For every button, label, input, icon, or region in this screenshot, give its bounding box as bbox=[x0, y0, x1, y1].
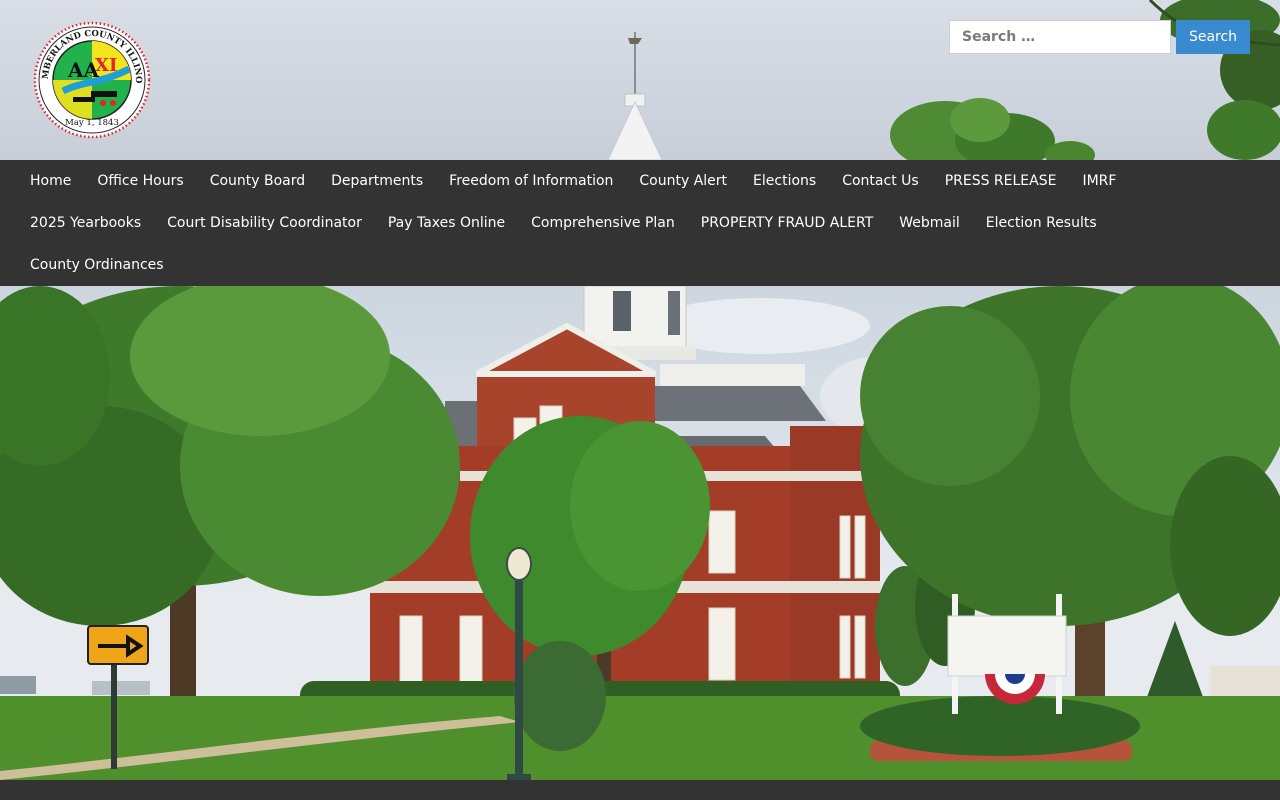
nav-item-contact-us[interactable]: Contact Us bbox=[816, 173, 931, 189]
search-button[interactable]: Search bbox=[1176, 20, 1250, 54]
seal-date-text: May 1, 1843 bbox=[65, 118, 119, 128]
nav-item-county-ordinances[interactable]: County Ordinances bbox=[4, 257, 177, 273]
steeple-image bbox=[607, 32, 663, 160]
nav-item-county-alert[interactable]: County Alert bbox=[613, 173, 740, 189]
nav-item-county-board[interactable]: County Board bbox=[184, 173, 318, 189]
search-input[interactable] bbox=[949, 20, 1171, 54]
nav-item-freedom-of-information[interactable]: Freedom of Information bbox=[423, 173, 626, 189]
nav-item-press-release[interactable]: PRESS RELEASE bbox=[919, 173, 1070, 189]
svg-text:XI: XI bbox=[95, 55, 117, 76]
nav-item-comprehensive-plan[interactable]: Comprehensive Plan bbox=[505, 215, 688, 231]
nav-item-imrf[interactable]: IMRF bbox=[1056, 173, 1129, 189]
nav-item-elections[interactable]: Elections bbox=[727, 173, 829, 189]
nav-item-office-hours[interactable]: Office Hours bbox=[71, 173, 196, 189]
nav-item-property-fraud-alert[interactable]: PROPERTY FRAUD ALERT bbox=[675, 215, 887, 231]
nav-row-2: 2025 Yearbooks Court Disability Coordina… bbox=[17, 202, 1263, 244]
courthouse-hero-image bbox=[0, 286, 1280, 780]
nav-row-1: Home Office Hours County Board Departmen… bbox=[17, 160, 1263, 202]
search-form: Search bbox=[949, 20, 1250, 54]
nav-item-departments[interactable]: Departments bbox=[305, 173, 436, 189]
courthouse-scene bbox=[0, 286, 1280, 780]
site-header: AA XI CUMBERLAND COUNTY ILLINOIS May 1, … bbox=[0, 0, 1280, 160]
nav-row-3: County Ordinances bbox=[17, 244, 1263, 286]
nav-item-election-results[interactable]: Election Results bbox=[960, 215, 1110, 231]
nav-item-court-disability-coordinator[interactable]: Court Disability Coordinator bbox=[141, 215, 375, 231]
nav-item-2025-yearbooks[interactable]: 2025 Yearbooks bbox=[4, 215, 154, 231]
nav-item-webmail[interactable]: Webmail bbox=[873, 215, 973, 231]
footer-bar bbox=[0, 780, 1280, 800]
county-seal-logo[interactable]: AA XI CUMBERLAND COUNTY ILLINOIS May 1, … bbox=[33, 21, 151, 139]
main-navigation: Home Office Hours County Board Departmen… bbox=[0, 160, 1280, 286]
tree-foliage-image bbox=[890, 98, 1095, 160]
nav-item-pay-taxes-online[interactable]: Pay Taxes Online bbox=[362, 215, 518, 231]
